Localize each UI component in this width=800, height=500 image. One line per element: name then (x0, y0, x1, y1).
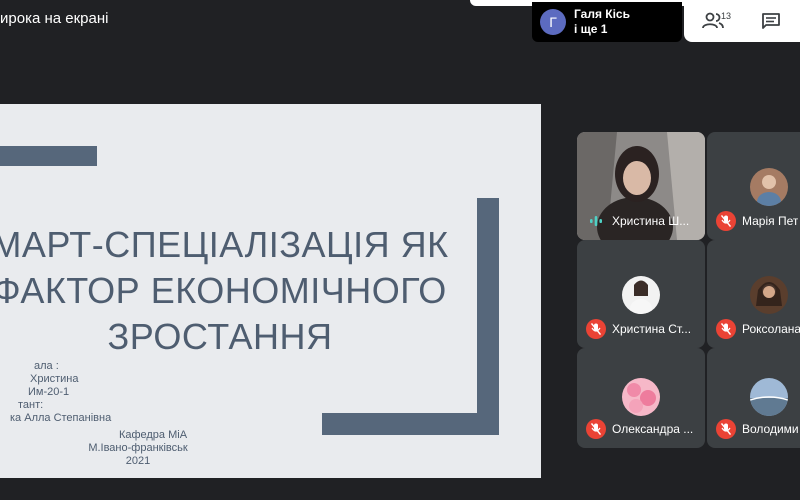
meet-screen: ирока на екрані Г Галя Кісь і ще 1 13 МА… (0, 0, 800, 500)
participant-tile[interactable]: Роксолана (707, 240, 800, 348)
slide-info-line: тант: (18, 399, 44, 411)
participant-name: Роксолана (742, 322, 800, 336)
top-controls: 13 (684, 0, 800, 42)
participant-tile[interactable]: Христина Ш... (577, 132, 705, 240)
mic-off-icon (716, 211, 736, 231)
people-count: 13 (721, 11, 732, 21)
mic-off-icon (586, 419, 606, 439)
chat-icon (762, 13, 780, 29)
slide-city: М.Івано-франківськ (88, 442, 188, 454)
slide-author-info: ала : Христина Им-20-1 тант: ка Алла Сте… (0, 360, 111, 425)
slide-bracket-vertical (477, 198, 499, 435)
participant-tile[interactable]: Володими (707, 348, 800, 448)
participant-name: Марія Пет (742, 214, 799, 228)
slide-info-line: Христина (30, 373, 79, 385)
participant-name: Христина Ш... (612, 214, 690, 228)
presenter-others: і ще 1 (574, 22, 608, 36)
participant-tile[interactable]: Марія Пет (707, 132, 800, 240)
people-button[interactable]: 13 (684, 0, 742, 42)
slide-info-line: ала : (34, 360, 59, 372)
slide-accent-bar (0, 146, 97, 166)
mic-off-icon (586, 319, 606, 339)
slide-title-line: МАРТ-СПЕЦІАЛІЗАЦІЯ ЯК (0, 224, 449, 265)
slide-department-block: Кафедра МіА М.Івано-франківськ 2021 (38, 429, 238, 468)
participant-name: Володими (742, 422, 799, 436)
avatar (750, 378, 788, 416)
speaking-indicator-icon (586, 211, 606, 231)
participant-name: Христина Ст... (612, 322, 692, 336)
slide-info-line: ка Алла Степанівна (10, 412, 112, 424)
slide-title-line: ЗРОСТАННЯ (107, 316, 333, 357)
presenter-chip[interactable]: Г Галя Кісь і ще 1 (532, 2, 682, 42)
mic-off-icon (716, 419, 736, 439)
slide-year: 2021 (125, 455, 151, 467)
chat-button[interactable] (742, 0, 800, 42)
slide-department: Кафедра МіА (118, 429, 188, 441)
slide-title: МАРТ-СПЕЦІАЛІЗАЦІЯ ЯК ФАКТОР ЕКОНОМІЧНОГ… (0, 222, 460, 360)
presenter-avatar: Г (540, 9, 566, 35)
avatar (622, 378, 660, 416)
presenter-name: Галя Кісь (574, 7, 630, 21)
slide-title-line: ФАКТОР ЕКОНОМІЧНОГО (0, 270, 447, 311)
presentation-slide: МАРТ-СПЕЦІАЛІЗАЦІЯ ЯК ФАКТОР ЕКОНОМІЧНОГ… (0, 104, 541, 478)
mic-off-icon (716, 319, 736, 339)
participant-tile[interactable]: Христина Ст... (577, 240, 705, 348)
participant-tile[interactable]: Олександра ... (577, 348, 705, 448)
participant-name: Олександра ... (612, 422, 694, 436)
slide-info-line: Им-20-1 (28, 386, 70, 398)
presenter-label: Галя Кісь і ще 1 (574, 7, 630, 37)
avatar (622, 276, 660, 314)
slide-bracket-horizontal (322, 413, 499, 435)
presentation-banner-title: ирока на екрані (0, 10, 109, 27)
avatar (750, 276, 788, 314)
avatar (750, 168, 788, 206)
